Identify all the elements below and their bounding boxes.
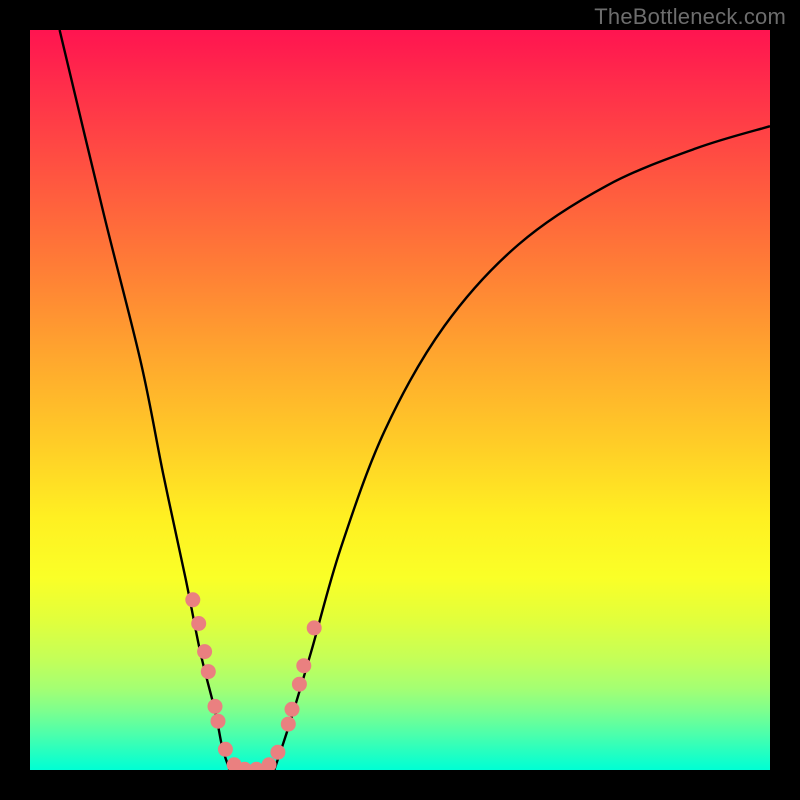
bead-marker [191, 616, 206, 631]
outer-frame: TheBottleneck.com [0, 0, 800, 800]
bead-marker [208, 699, 223, 714]
bottleneck-curve [60, 30, 770, 770]
bead-marker [197, 644, 212, 659]
plot-area [30, 30, 770, 770]
bead-markers [185, 592, 321, 770]
bottleneck-curve-svg [30, 30, 770, 770]
bead-marker [270, 745, 285, 760]
bead-marker [185, 592, 200, 607]
bead-marker [211, 714, 226, 729]
bead-marker [262, 757, 277, 770]
bead-marker [307, 620, 322, 635]
bead-marker [285, 702, 300, 717]
watermark-text: TheBottleneck.com [594, 4, 786, 30]
bead-marker [218, 742, 233, 757]
bead-marker [201, 664, 216, 679]
bead-marker [296, 658, 311, 673]
bead-marker [281, 717, 296, 732]
bead-marker [292, 677, 307, 692]
